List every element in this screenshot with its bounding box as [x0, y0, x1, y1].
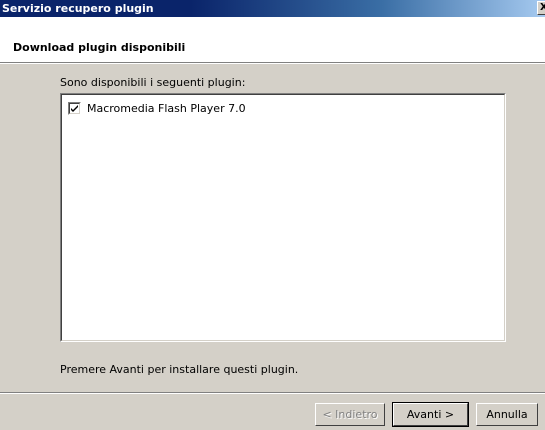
header-divider [0, 62, 545, 64]
instruction-text: Premere Avanti per installare questi plu… [60, 363, 299, 376]
plugin-list-inner: Macromedia Flash Player 7.0 [61, 94, 505, 341]
title-bar[interactable]: Servizio recupero plugin X [0, 0, 545, 17]
footer-divider [0, 392, 545, 394]
plugin-list[interactable]: Macromedia Flash Player 7.0 [60, 93, 506, 342]
cancel-button[interactable]: Annulla [476, 403, 538, 426]
intro-label: Sono disponibili i seguenti plugin: [60, 76, 246, 89]
close-icon: X [540, 2, 545, 13]
close-button[interactable]: X [537, 1, 545, 15]
checkmark-icon [71, 104, 78, 112]
plugin-label: Macromedia Flash Player 7.0 [87, 101, 246, 115]
back-button[interactable]: < Indietro [315, 403, 385, 426]
wizard-header: Download plugin disponibili [0, 17, 545, 62]
window-title: Servizio recupero plugin [2, 2, 154, 15]
plugin-dialog: Servizio recupero plugin X Download plug… [0, 0, 545, 430]
plugin-item[interactable]: Macromedia Flash Player 7.0 [68, 100, 246, 116]
page-heading: Download plugin disponibili [13, 41, 186, 54]
plugin-checkbox[interactable] [68, 101, 81, 115]
next-button[interactable]: Avanti > [392, 402, 469, 427]
